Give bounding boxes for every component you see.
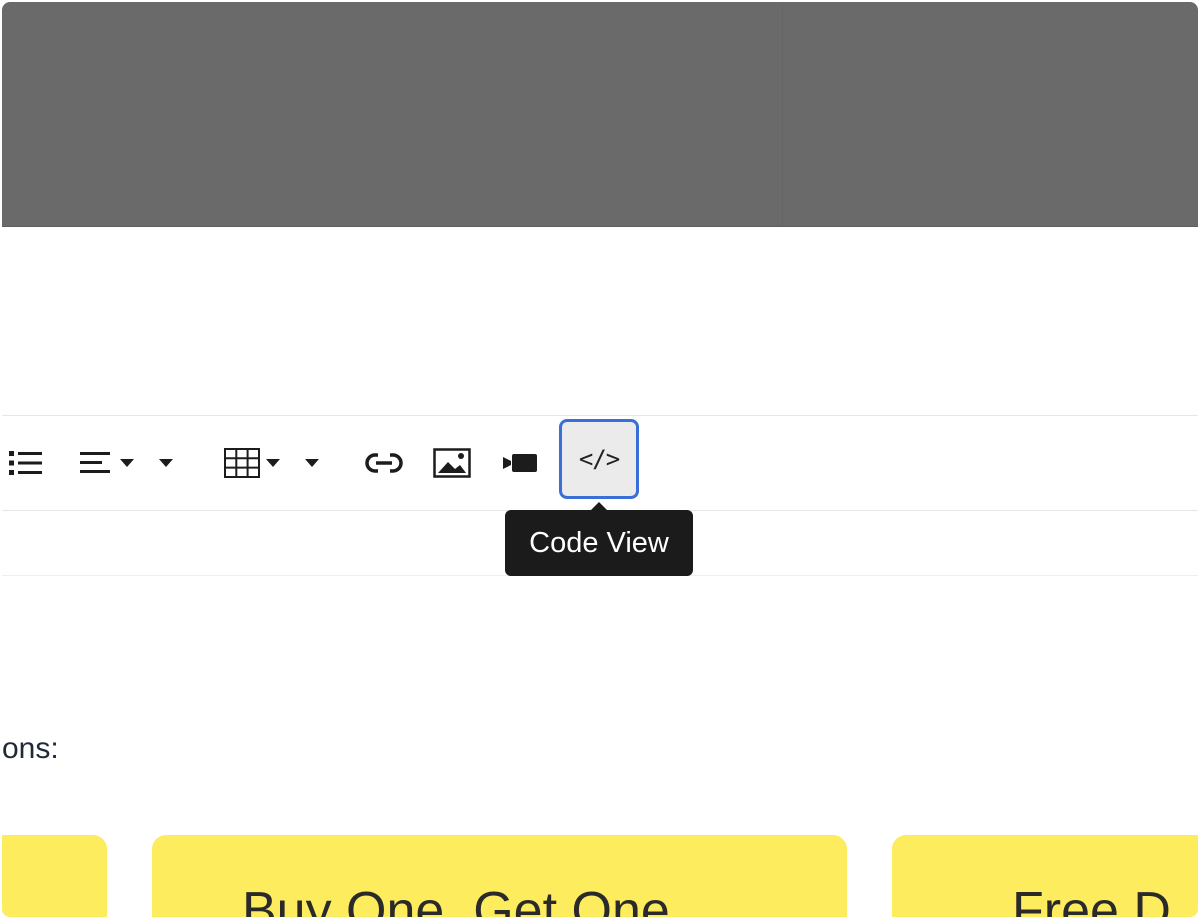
dim-overlay bbox=[2, 2, 1198, 227]
code-view-button[interactable]: </> bbox=[559, 419, 639, 499]
link-button[interactable] bbox=[362, 445, 406, 481]
align-icon bbox=[80, 450, 112, 476]
code-view-tooltip: Code View bbox=[505, 510, 693, 576]
video-button[interactable] bbox=[498, 445, 542, 481]
unordered-list-button[interactable] bbox=[8, 445, 44, 481]
intro-text: ons: bbox=[2, 732, 59, 765]
table-icon bbox=[224, 448, 260, 478]
tooltip-text: Code View bbox=[529, 526, 669, 559]
chevron-down-icon bbox=[266, 458, 280, 468]
chevron-down-icon bbox=[159, 458, 173, 468]
table-more-dropdown[interactable] bbox=[298, 445, 326, 481]
overlay-divider bbox=[782, 2, 783, 226]
paragraph-align-button[interactable] bbox=[76, 445, 138, 481]
offer-card[interactable]: Free D bbox=[892, 835, 1198, 917]
offer-card-title: Free D bbox=[1012, 882, 1171, 917]
code-icon: </> bbox=[578, 445, 620, 473]
align-more-dropdown[interactable] bbox=[152, 445, 180, 481]
chevron-down-icon bbox=[305, 458, 319, 468]
link-icon bbox=[365, 452, 403, 474]
offer-card[interactable] bbox=[2, 835, 107, 917]
editor-frame: </> Code View ons: Buy One, Get One Free… bbox=[2, 2, 1198, 917]
list-icon bbox=[9, 449, 43, 477]
video-icon bbox=[502, 452, 538, 474]
offer-card[interactable]: Buy One, Get One bbox=[152, 835, 847, 917]
offer-card-title: Buy One, Get One bbox=[242, 882, 670, 917]
picture-button[interactable] bbox=[430, 445, 474, 481]
image-icon bbox=[433, 448, 471, 478]
chevron-down-icon bbox=[120, 458, 134, 468]
table-button[interactable] bbox=[218, 445, 286, 481]
